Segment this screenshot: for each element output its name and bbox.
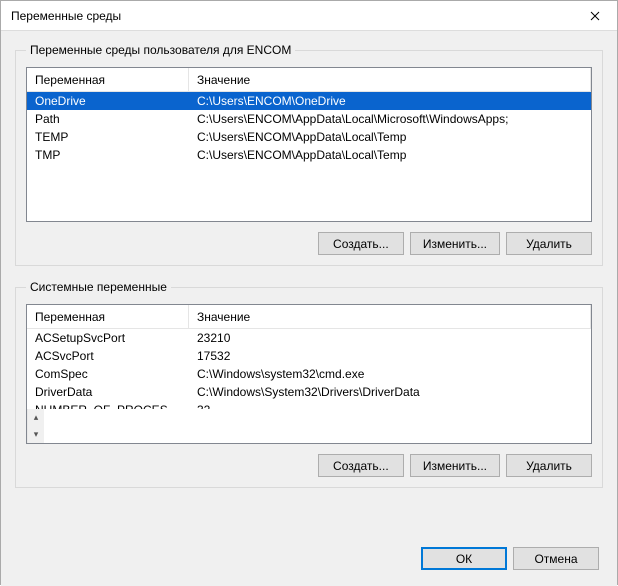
header-variable[interactable]: Переменная — [27, 68, 189, 91]
user-new-button[interactable]: Создать... — [318, 232, 404, 255]
var-name: ACSvcPort — [27, 349, 189, 363]
scroll-down-icon[interactable]: ▾ — [28, 426, 44, 443]
cancel-button[interactable]: Отмена — [513, 547, 599, 570]
table-row[interactable]: TEMPC:\Users\ENCOM\AppData\Local\Temp — [27, 128, 591, 146]
header-variable[interactable]: Переменная — [27, 305, 189, 328]
user-vars-list[interactable]: Переменная Значение OneDriveC:\Users\ENC… — [26, 67, 592, 222]
var-value: C:\Windows\System32\Drivers\DriverData — [189, 385, 591, 399]
close-button[interactable] — [572, 1, 617, 30]
var-value: 23210 — [189, 331, 591, 345]
system-delete-button[interactable]: Удалить — [506, 454, 592, 477]
system-new-button[interactable]: Создать... — [318, 454, 404, 477]
var-name: TEMP — [27, 130, 189, 144]
scroll-up-icon[interactable]: ▴ — [28, 409, 44, 426]
var-value: C:\Users\ENCOM\AppData\Local\Temp — [189, 148, 591, 162]
ok-button[interactable]: ОК — [421, 547, 507, 570]
dialog-footer: ОК Отмена — [15, 543, 603, 574]
titlebar: Переменные среды — [1, 1, 617, 31]
var-name: DriverData — [27, 385, 189, 399]
user-edit-button[interactable]: Изменить... — [410, 232, 500, 255]
table-row[interactable]: OneDriveC:\Users\ENCOM\OneDrive — [27, 92, 591, 110]
system-vars-list[interactable]: Переменная Значение ACSetupSvcPort23210A… — [26, 304, 592, 444]
var-value: 32 — [189, 403, 591, 409]
var-name: Path — [27, 112, 189, 126]
var-name: NUMBER_OF_PROCESSORS — [27, 403, 189, 409]
user-vars-legend: Переменные среды пользователя для ENCOM — [26, 43, 295, 57]
window-title: Переменные среды — [11, 9, 121, 23]
close-icon — [590, 11, 600, 21]
var-name: TMP — [27, 148, 189, 162]
header-value[interactable]: Значение — [189, 68, 591, 91]
var-value: C:\Users\ENCOM\AppData\Local\Temp — [189, 130, 591, 144]
system-buttons: Создать... Изменить... Удалить — [26, 454, 592, 477]
system-scrollbar[interactable]: ▴ ▾ — [27, 409, 44, 443]
var-value: C:\Windows\system32\cmd.exe — [189, 367, 591, 381]
table-row[interactable]: ACSetupSvcPort23210 — [27, 329, 591, 347]
table-row[interactable]: ComSpecC:\Windows\system32\cmd.exe — [27, 365, 591, 383]
user-vars-group: Переменные среды пользователя для ENCOM … — [15, 43, 603, 266]
system-vars-group: Системные переменные Переменная Значение… — [15, 280, 603, 488]
system-vars-header[interactable]: Переменная Значение — [27, 305, 591, 329]
dialog-content: Переменные среды пользователя для ENCOM … — [1, 31, 617, 586]
user-vars-header[interactable]: Переменная Значение — [27, 68, 591, 92]
table-row[interactable]: DriverDataC:\Windows\System32\Drivers\Dr… — [27, 383, 591, 401]
user-buttons: Создать... Изменить... Удалить — [26, 232, 592, 255]
var-name: ACSetupSvcPort — [27, 331, 189, 345]
var-value: C:\Users\ENCOM\OneDrive — [189, 94, 591, 108]
var-value: 17532 — [189, 349, 591, 363]
table-row[interactable]: PathC:\Users\ENCOM\AppData\Local\Microso… — [27, 110, 591, 128]
table-row[interactable]: TMPC:\Users\ENCOM\AppData\Local\Temp — [27, 146, 591, 164]
header-value[interactable]: Значение — [189, 305, 591, 328]
var-name: ComSpec — [27, 367, 189, 381]
user-delete-button[interactable]: Удалить — [506, 232, 592, 255]
var-value: C:\Users\ENCOM\AppData\Local\Microsoft\W… — [189, 112, 591, 126]
table-row[interactable]: ACSvcPort17532 — [27, 347, 591, 365]
system-vars-legend: Системные переменные — [26, 280, 171, 294]
system-edit-button[interactable]: Изменить... — [410, 454, 500, 477]
table-row[interactable]: NUMBER_OF_PROCESSORS32 — [27, 401, 591, 409]
var-name: OneDrive — [27, 94, 189, 108]
